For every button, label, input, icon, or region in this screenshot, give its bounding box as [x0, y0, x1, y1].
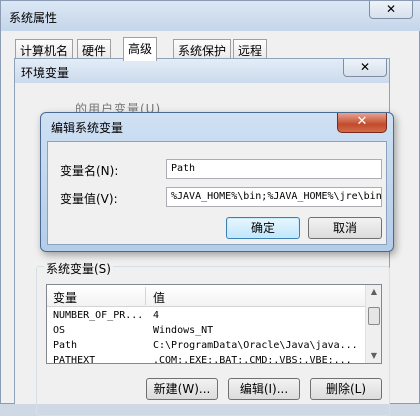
variable-name: OS — [53, 325, 66, 336]
system-variables-label: 系统变量(S) — [44, 260, 113, 277]
system-variables-table[interactable]: 变量 值 NUMBER_OF_PR... 4 OS Windows_NT Pat… — [46, 284, 382, 364]
table-row[interactable]: Path C:\ProgramData\Oracle\Java\java... — [47, 339, 365, 354]
variable-name: NUMBER_OF_PR... — [53, 310, 144, 321]
column-header-variable[interactable]: 变量 — [53, 289, 77, 306]
cancel-button[interactable]: 取消 — [308, 217, 382, 239]
tab-hardware[interactable]: 硬件 — [77, 39, 112, 59]
close-button[interactable]: ✕ — [343, 59, 387, 77]
variable-name-input[interactable]: Path — [166, 159, 382, 179]
table-row[interactable]: NUMBER_OF_PR... 4 — [47, 309, 365, 324]
scroll-down-arrow-icon[interactable]: ▼ — [366, 351, 381, 360]
edit-button[interactable]: 编辑(I)... — [228, 378, 300, 400]
window-title: 系统属性 — [9, 11, 58, 25]
dialog-body: 变量名(N): Path 变量值(V): %JAVA_HOME%\bin;%JA… — [47, 141, 387, 245]
column-header-value[interactable]: 值 — [153, 289, 165, 306]
table-row[interactable]: OS Windows_NT — [47, 324, 365, 339]
variable-name-label: 变量名(N): — [60, 164, 119, 178]
table-row[interactable]: PATHEXT .COM;.EXE;.BAT;.CMD;.VBS;.VBE;..… — [47, 354, 365, 364]
scrollbar-thumb[interactable] — [368, 307, 380, 325]
variable-name: Path — [53, 340, 78, 351]
tab-computer-name[interactable]: 计算机名 — [15, 39, 74, 59]
variable-value: 4 — [153, 310, 160, 321]
scroll-up-arrow-icon[interactable]: ▲ — [366, 287, 381, 296]
tab-remote[interactable]: 远程 — [233, 39, 268, 59]
tab-advanced[interactable]: 高级 — [123, 37, 158, 61]
edit-system-variable-dialog: 编辑系统变量 ✕ 变量名(N): Path 变量值(V): %JAVA_HOME… — [40, 112, 394, 252]
close-button[interactable]: ✕ — [337, 113, 387, 133]
variable-value-input[interactable]: %JAVA_HOME%\bin;%JAVA_HOME%\jre\bin — [166, 187, 382, 207]
dialog-title: 编辑系统变量 — [51, 121, 124, 135]
environment-variables-titlebar[interactable]: 环境变量 ✕ — [15, 59, 389, 83]
variable-value: C:\ProgramData\Oracle\Java\java... — [153, 340, 358, 351]
variable-name: PATHEXT — [53, 355, 96, 364]
table-header: 变量 值 — [47, 285, 365, 307]
window-title: 环境变量 — [21, 66, 70, 80]
ok-button[interactable]: 确定 — [226, 217, 300, 239]
system-properties-titlebar[interactable]: 系统属性 ✕ — [1, 1, 420, 31]
close-button[interactable]: ✕ — [369, 1, 413, 19]
column-divider[interactable] — [145, 287, 146, 305]
variable-value: .COM;.EXE;.BAT;.CMD;.VBS;.VBE;... — [153, 355, 352, 364]
new-button[interactable]: 新建(W)... — [146, 378, 218, 400]
tab-system-protection[interactable]: 系统保护 — [173, 39, 232, 59]
vertical-scrollbar[interactable]: ▲ ▼ — [365, 285, 381, 363]
delete-button[interactable]: 删除(L) — [310, 378, 382, 400]
variable-value-label: 变量值(V): — [60, 192, 118, 206]
variable-value: Windows_NT — [153, 325, 214, 336]
